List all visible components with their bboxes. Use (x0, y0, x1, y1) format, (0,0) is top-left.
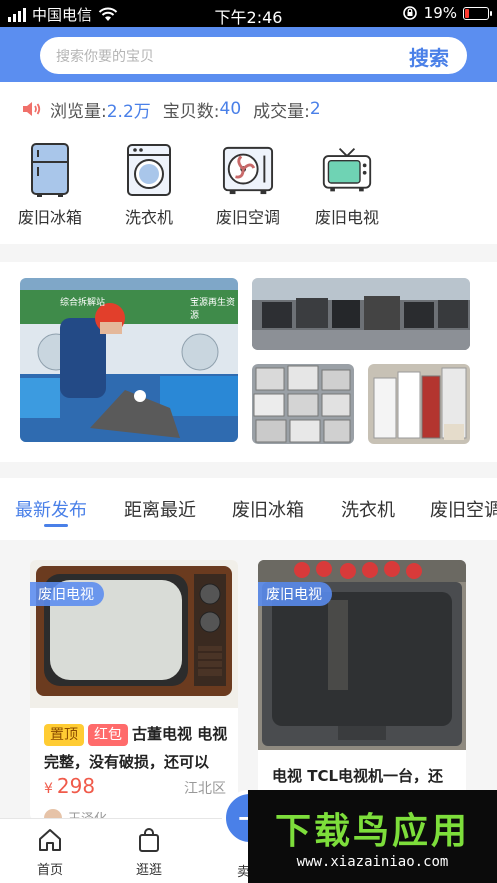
tab-washing-machine[interactable]: 洗衣机 (341, 496, 395, 522)
shop-stats: 浏览量: 2.2万 宝贝数: 40 成交量: 2 (0, 82, 497, 136)
category-air-conditioner[interactable]: 废旧空调 (203, 140, 293, 228)
banner: 综合拆解站 宝源再生资源 (0, 262, 497, 462)
category-washing-machine[interactable]: 洗衣机 (104, 140, 194, 228)
search-input[interactable]: 搜索你要的宝贝 (56, 46, 154, 66)
banner-photo-workshop[interactable]: 综合拆解站 宝源再生资源 (20, 278, 238, 442)
category-label: 洗衣机 (124, 208, 173, 227)
category-tv[interactable]: 废旧电视 (302, 140, 392, 228)
listing-category-badge: 废旧电视 (30, 582, 104, 606)
nav-browse-label: 逛逛 (135, 863, 162, 878)
category-fridge[interactable]: 废旧冰箱 (5, 140, 95, 228)
battery-icon (463, 6, 492, 20)
fridge-icon (31, 143, 69, 197)
items-value: 40 (219, 99, 242, 119)
listing-thumbnail: 废旧电视 (30, 560, 238, 708)
currency-symbol: ¥ (44, 781, 53, 797)
banner-photo-ac-units[interactable] (252, 364, 354, 444)
listing-price: ¥298 (44, 774, 95, 798)
tab-air-conditioner[interactable]: 废旧空调 (430, 496, 497, 522)
status-bar: 中国电信 下午2:46 19% (0, 0, 497, 27)
category-grid: 废旧冰箱 洗衣机 废旧空调 废旧电视 (0, 136, 497, 244)
category-label: 废旧空调 (215, 208, 280, 227)
price-value: 298 (56, 774, 96, 798)
tab-latest[interactable]: 最新发布 (15, 496, 87, 522)
deals-label: 成交量: (253, 101, 310, 122)
listing-category-badge: 废旧电视 (258, 582, 332, 606)
nav-browse[interactable]: 逛逛 (119, 825, 179, 878)
watermark: 下载鸟应用 www.xiazainiao.com (248, 790, 497, 883)
listing-tabs: 最新发布 距离最近 废旧冰箱 洗衣机 废旧空调 (0, 478, 497, 540)
category-label: 废旧冰箱 (17, 208, 82, 227)
home-icon (39, 829, 61, 851)
banner-sign: 宝源再生资源 (190, 298, 236, 321)
speaker-icon (23, 102, 41, 116)
tab-fridge[interactable]: 废旧冰箱 (232, 496, 304, 522)
nav-home[interactable]: 首页 (20, 825, 80, 878)
listing-card[interactable]: 废旧电视 置顶 红包 古董电视 电视完整，没有破损，还可以 ¥298 江北区 王泽化 (30, 560, 238, 820)
listing-thumbnail: 废旧电视 (258, 560, 466, 750)
listing-title: 置顶 红包 古董电视 电视完整，没有破损，还可以 (44, 720, 228, 776)
views-value: 2.2万 (106, 101, 151, 122)
watermark-title: 下载鸟应用 (274, 811, 470, 852)
red-packet-tag: 红包 (88, 724, 128, 746)
banner-photo-tv-pile[interactable] (252, 278, 470, 350)
orientation-lock-icon (402, 6, 417, 20)
shopping-bag-icon (139, 828, 159, 852)
listing-district: 江北区 (184, 781, 226, 797)
header: 搜索你要的宝贝 搜索 (0, 27, 497, 82)
deals-value: 2 (309, 99, 321, 119)
banner-sign: 综合拆解站 (60, 298, 106, 308)
battery-percent: 19% (423, 4, 457, 22)
pinned-tag: 置顶 (44, 724, 84, 746)
banner-photo-fridges[interactable] (368, 364, 470, 444)
search-button[interactable]: 搜索 (409, 42, 449, 71)
washing-machine-icon (127, 144, 171, 196)
tab-active-indicator (44, 524, 68, 527)
tab-nearest[interactable]: 距离最近 (124, 496, 196, 522)
category-label: 废旧电视 (314, 208, 379, 227)
items-label: 宝贝数: (162, 101, 220, 122)
tv-icon (322, 147, 372, 192)
views-label: 浏览量: (50, 101, 107, 122)
watermark-url: www.xiazainiao.com (296, 854, 449, 870)
nav-home-label: 首页 (36, 863, 63, 878)
search-bar[interactable]: 搜索你要的宝贝 搜索 (40, 37, 467, 74)
listing-title: 电视 TCL电视机一台，还 (272, 767, 444, 785)
air-conditioner-icon (222, 146, 274, 195)
listing-card[interactable]: 废旧电视 电视 TCL电视机一台，还 (258, 560, 466, 820)
